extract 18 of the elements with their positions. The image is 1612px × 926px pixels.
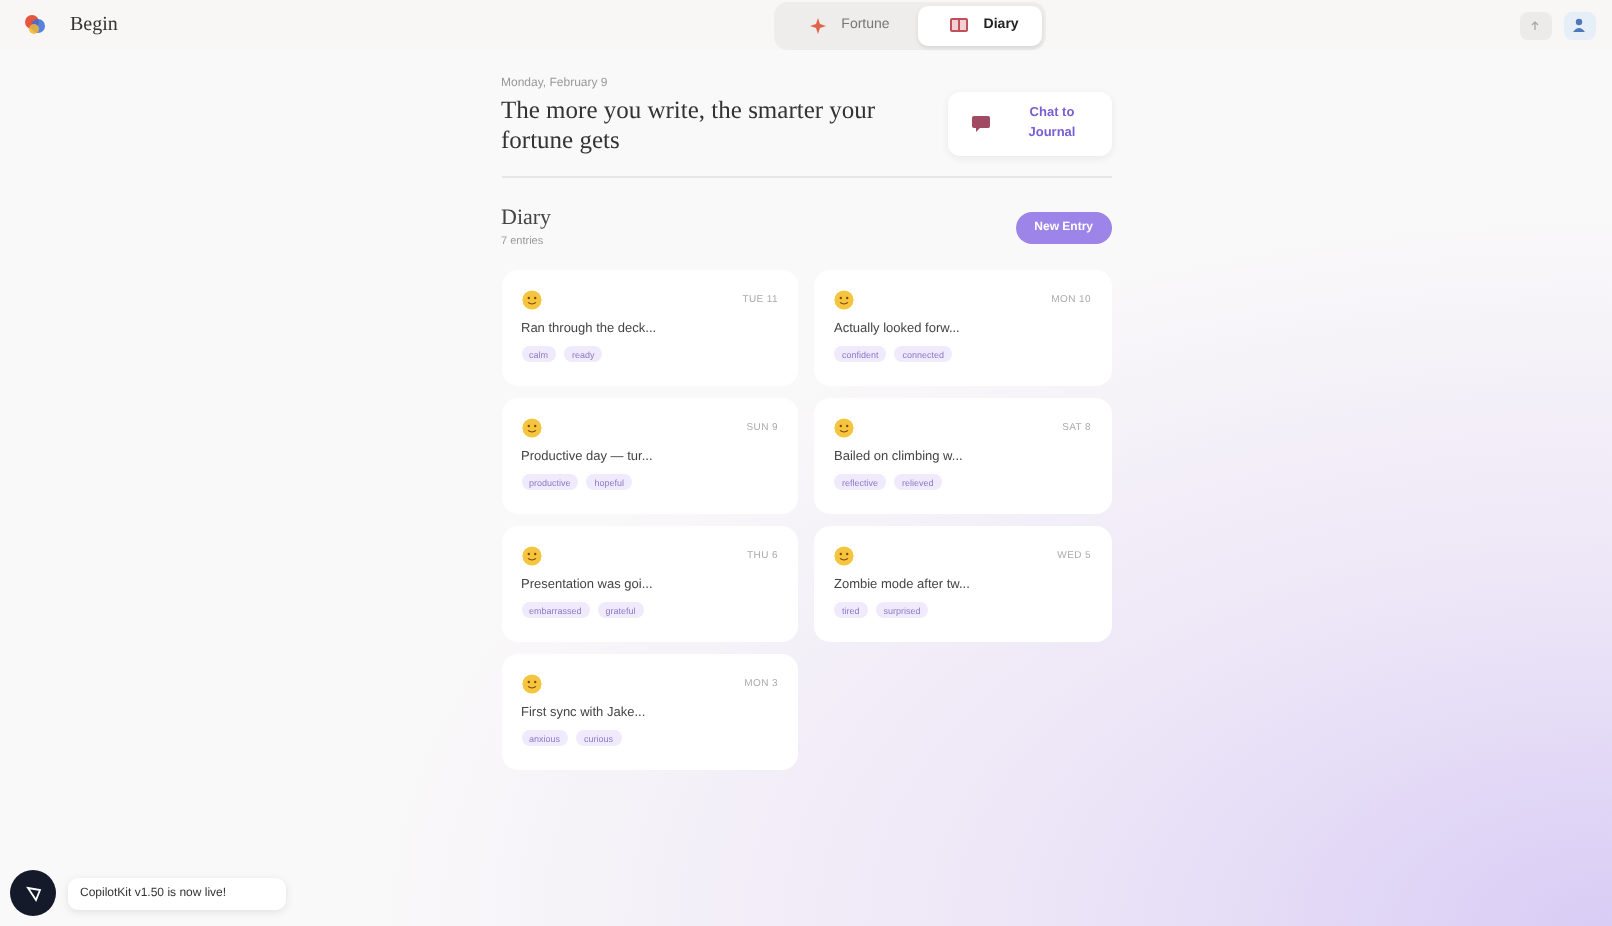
sparkle-icon: [809, 17, 826, 33]
launcher-button[interactable]: [10, 870, 56, 916]
smiley-icon: [834, 418, 854, 438]
arrow-up-icon: [1530, 20, 1541, 30]
smiley-icon: [521, 418, 541, 438]
smiley-icon: [521, 674, 541, 694]
brand-name: Begin: [70, 14, 118, 36]
profile-button[interactable]: [1563, 11, 1596, 39]
smiley-icon: [521, 546, 541, 566]
book-icon: [949, 18, 968, 32]
chat-bubble-icon: [971, 116, 989, 132]
smiley-icon: [521, 290, 541, 310]
page-title: The more you write, the smarter your fortune gets: [501, 96, 878, 156]
logo-icon: [24, 14, 46, 36]
user-icon: [1572, 18, 1587, 32]
section-title: Diary: [501, 206, 552, 230]
smiley-icon: [834, 290, 854, 310]
smiley-icon: [834, 546, 854, 566]
